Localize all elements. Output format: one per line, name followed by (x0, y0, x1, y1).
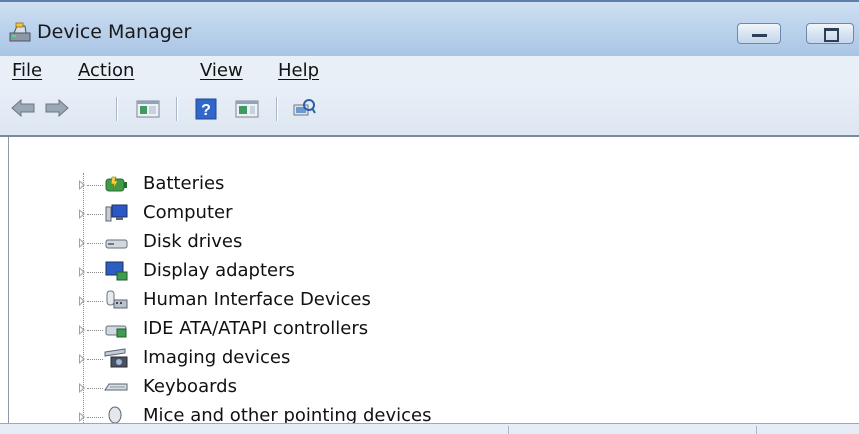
tree-connector (87, 330, 103, 331)
display-adapter-icon (105, 261, 128, 281)
title-bar[interactable]: Device Manager (0, 0, 859, 58)
expand-arrow-icon[interactable] (79, 238, 85, 248)
tree-node-label: IDE ATA/ATAPI controllers (143, 318, 369, 339)
tree-connector (87, 359, 103, 360)
disk-drive-icon (105, 239, 128, 249)
tree-connector (87, 243, 103, 244)
toolbar-separator (176, 97, 178, 121)
tree-node-label: Display adapters (143, 260, 295, 281)
show-hide-console-tree-icon[interactable] (135, 97, 161, 119)
tree-node-keyboards[interactable]: Keyboards (9, 374, 509, 402)
window-title: Device Manager (37, 21, 192, 43)
tree-node-computer[interactable]: Computer (9, 200, 509, 228)
tree-connector (87, 214, 103, 215)
tree-connector (87, 301, 103, 302)
back-arrow-icon[interactable] (10, 97, 36, 119)
device-manager-icon (9, 22, 31, 42)
battery-icon (105, 176, 127, 192)
device-manager-window: Device Manager File Action View Help ? B… (0, 0, 859, 434)
keyboard-icon (104, 383, 128, 391)
tree-node-label: Human Interface Devices (143, 289, 371, 310)
menu-action[interactable]: Action (78, 60, 134, 81)
tree-node-label: Disk drives (143, 231, 243, 252)
camera-icon (104, 348, 128, 368)
tree-connector (87, 185, 103, 186)
toolbar-separator (116, 97, 118, 121)
tree-node-label: Imaging devices (143, 347, 291, 368)
tree-node-label: Computer (143, 202, 233, 223)
scan-hardware-changes-icon[interactable] (291, 97, 317, 119)
status-separator (756, 426, 757, 434)
maximize-button[interactable] (806, 23, 854, 44)
tree-connector (87, 417, 103, 418)
ide-controller-icon (105, 325, 127, 338)
tree-node-ide-controllers[interactable]: IDE ATA/ATAPI controllers (9, 316, 509, 344)
forward-arrow-icon[interactable] (44, 97, 70, 119)
expand-arrow-icon[interactable] (79, 267, 85, 277)
tree-node-disk-drives[interactable]: Disk drives (9, 229, 509, 257)
tree-node-label: Keyboards (143, 376, 237, 397)
tree-node-imaging-devices[interactable]: Imaging devices (9, 345, 509, 373)
status-bar (0, 423, 859, 434)
tree-node-label: Batteries (143, 173, 225, 194)
toolbar-separator (276, 97, 278, 121)
expand-arrow-icon[interactable] (79, 296, 85, 306)
svg-text:?: ? (201, 102, 211, 119)
toolbar: ? (0, 87, 859, 137)
menu-view[interactable]: View (200, 60, 243, 81)
device-tree: Batteries Computer Disk drives Display a… (8, 137, 859, 426)
menu-help[interactable]: Help (278, 60, 319, 81)
menu-file[interactable]: File (12, 60, 42, 81)
show-hide-action-pane-icon[interactable] (234, 97, 260, 119)
expand-arrow-icon[interactable] (79, 325, 85, 335)
tree-node-display-adapters[interactable]: Display adapters (9, 258, 509, 286)
tree-node-human-interface-devices[interactable]: Human Interface Devices (9, 287, 509, 315)
expand-arrow-icon[interactable] (79, 383, 85, 393)
tree-node-batteries[interactable]: Batteries (9, 171, 509, 199)
tree-connector (87, 272, 103, 273)
minimize-button[interactable] (737, 23, 781, 44)
hid-icon (106, 290, 128, 309)
menu-bar: File Action View Help (0, 56, 859, 87)
expand-arrow-icon[interactable] (79, 180, 85, 190)
computer-icon (105, 204, 128, 222)
help-icon[interactable]: ? (194, 97, 218, 121)
tree-connector (87, 388, 103, 389)
expand-arrow-icon[interactable] (79, 354, 85, 364)
expand-arrow-icon[interactable] (79, 412, 85, 422)
status-separator (508, 426, 509, 434)
expand-arrow-icon[interactable] (79, 209, 85, 219)
